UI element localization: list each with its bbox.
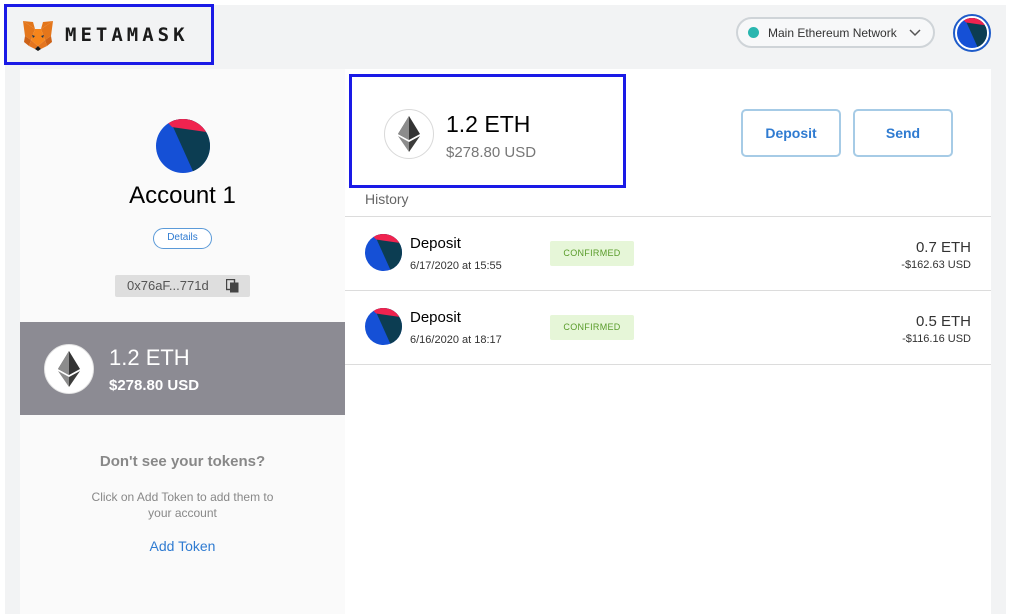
balance-eth-logo [384,109,434,159]
tokens-help-text: Click on Add Token to add them to your a… [91,490,274,520]
tokens-help-title: Don't see your tokens? [99,453,266,470]
token-amount: 1.2 ETH [109,345,190,370]
chevron-down-icon [909,29,921,37]
status-badge: CONFIRMED [550,241,634,266]
balance-usd-value: $278.80 USD [446,144,537,161]
balance-amount: 1.2 ETH [446,111,531,137]
token-usd-value: $278.80 USD [109,377,200,394]
transaction-eth-amount: 0.5 ETH [915,313,971,330]
ethereum-icon [398,116,420,152]
transaction-date: 6/17/2020 at 15:55 [410,260,502,272]
identicon-icon [156,119,210,173]
account-avatar [156,119,210,173]
identicon-icon [365,234,402,271]
metamask-fox-icon [23,20,53,51]
transaction-usd-amount: -$116.16 USD [902,333,971,345]
metamask-logo[interactable]: METAMASK [4,4,214,65]
transaction-title: Deposit [410,309,461,326]
balance-summary: 1.2 ETH $278.80 USD [349,74,626,188]
transaction-title: Deposit [410,235,461,252]
transaction-list: Deposit 6/17/2020 at 15:55 CONFIRMED 0.7… [345,216,991,365]
identicon-icon [365,308,402,345]
transaction-row[interactable]: Deposit 6/17/2020 at 15:55 CONFIRMED 0.7… [345,217,991,291]
transaction-row[interactable]: Deposit 6/16/2020 at 18:17 CONFIRMED 0.5… [345,291,991,365]
identicon-icon [957,18,987,48]
account-name: Account 1 [129,182,236,209]
account-menu-avatar[interactable] [953,14,991,52]
network-selector[interactable]: Main Ethereum Network [736,17,935,48]
status-badge: CONFIRMED [550,315,634,340]
network-status-dot [748,27,759,38]
wallet-main: 1.2 ETH $278.80 USD Deposit Send History… [345,69,991,614]
account-details-button[interactable]: Details [153,228,212,249]
transaction-date: 6/16/2020 at 18:17 [410,334,502,346]
token-eth-logo [44,344,94,394]
transaction-usd-amount: -$162.63 USD [901,259,971,271]
transaction-avatar [365,308,402,345]
history-heading: History [365,191,409,207]
deposit-button[interactable]: Deposit [741,109,841,157]
send-button[interactable]: Send [853,109,953,157]
account-sidebar: Account 1 Details 0x76aF...771d 1.2 ETH … [20,69,345,614]
network-name: Main Ethereum Network [768,25,897,40]
copy-icon[interactable] [226,279,239,293]
add-token-link[interactable]: Add Token [20,538,345,554]
ethereum-icon [58,351,80,387]
transaction-eth-amount: 0.7 ETH [915,239,971,256]
brand-name: METAMASK [65,23,189,46]
account-address[interactable]: 0x76aF...771d [115,275,250,297]
token-list-item-eth[interactable]: 1.2 ETH $278.80 USD [20,322,345,415]
address-text: 0x76aF...771d [127,278,209,293]
transaction-avatar [365,234,402,271]
